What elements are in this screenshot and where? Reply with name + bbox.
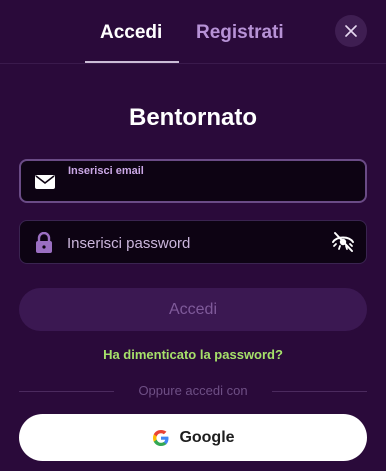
email-icon bbox=[34, 173, 56, 191]
google-button-label: Google bbox=[179, 428, 235, 446]
password-input[interactable] bbox=[67, 231, 317, 255]
eye-off-icon[interactable] bbox=[330, 229, 356, 255]
google-login-button[interactable]: Google bbox=[19, 414, 367, 461]
active-tab-indicator bbox=[85, 61, 179, 63]
auth-tabs: Accedi Registrati bbox=[0, 0, 386, 64]
tab-register[interactable]: Registrati bbox=[196, 20, 284, 46]
email-input[interactable] bbox=[68, 178, 318, 202]
page-title: Bentornato bbox=[129, 104, 257, 131]
lock-icon bbox=[34, 232, 54, 254]
login-submit-button[interactable]: Accedi bbox=[19, 288, 367, 331]
close-icon bbox=[345, 25, 357, 37]
email-label: Inserisci email bbox=[68, 165, 144, 177]
password-field[interactable] bbox=[19, 220, 367, 264]
email-field[interactable]: Inserisci email bbox=[19, 159, 367, 203]
google-icon bbox=[151, 428, 171, 448]
forgot-password-link[interactable]: Ha dimenticato la password? bbox=[0, 347, 386, 362]
tab-login[interactable]: Accedi bbox=[100, 20, 162, 46]
login-modal: Accedi Registrati Bentornato Inserisci e… bbox=[0, 0, 386, 471]
close-button[interactable] bbox=[335, 15, 367, 47]
divider-line-right bbox=[272, 391, 367, 392]
